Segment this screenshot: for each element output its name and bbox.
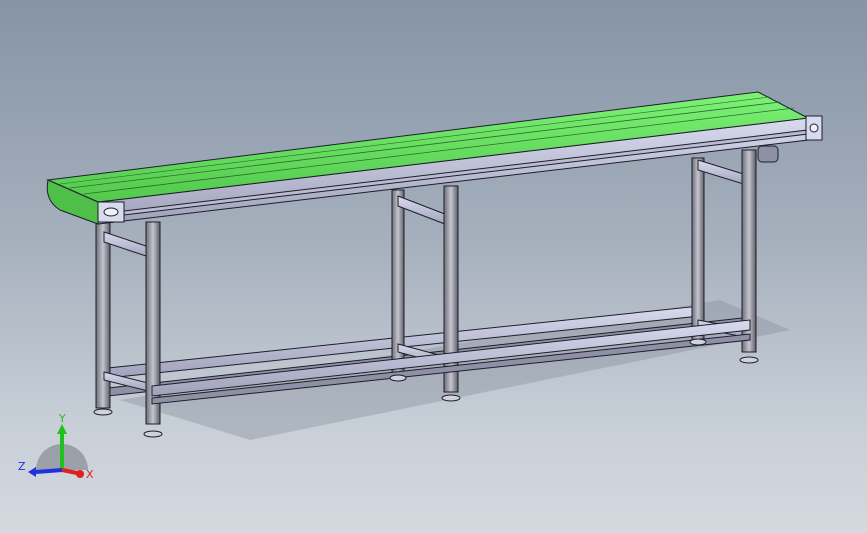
x-axis-arrow bbox=[76, 470, 84, 478]
y-axis-label: Y bbox=[58, 412, 66, 425]
conveyor-model[interactable] bbox=[0, 0, 867, 533]
z-axis-label: Z bbox=[18, 460, 26, 473]
z-axis-arrow bbox=[28, 467, 36, 477]
coordinate-triad: Y X Z bbox=[18, 412, 94, 481]
y-axis-arrow bbox=[57, 424, 67, 434]
graphics-viewport[interactable]: Y X Z bbox=[0, 0, 867, 533]
z-axis-line bbox=[35, 468, 63, 474]
x-axis-label: X bbox=[86, 468, 94, 481]
